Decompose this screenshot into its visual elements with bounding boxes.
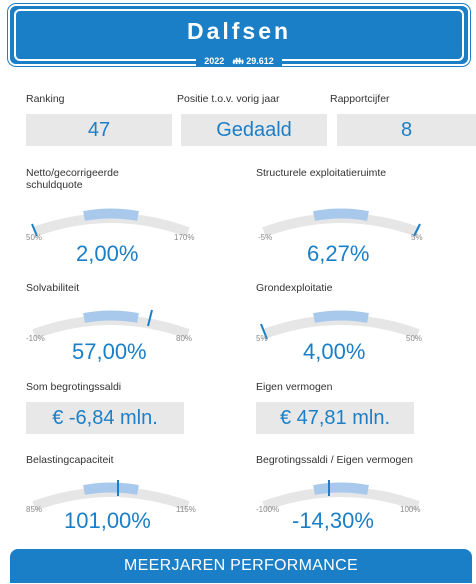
position-label: Positie t.o.v. vorig jaar xyxy=(177,93,280,105)
gauge-value: 2,00% xyxy=(76,241,139,266)
report-label: Rapportcijfer xyxy=(330,93,390,105)
gauge-title: Solvabiliteit xyxy=(26,282,80,294)
gauge-max: 5% xyxy=(411,233,423,242)
gauge-value: 57,00% xyxy=(72,339,147,364)
gauge-min: -5% xyxy=(258,233,273,242)
meerjaren-performance-button[interactable]: MEERJAREN PERFORMANCE xyxy=(10,549,472,583)
year-label: 2022 xyxy=(204,56,225,66)
municipality-header: Dalfsen 2022 👪︎ 29.612 xyxy=(8,4,470,67)
ev-value: € 47,81 mln. xyxy=(256,402,414,434)
gauge-title: Belastingcapaciteit xyxy=(26,454,114,466)
gauge-title: Grondexploitatie xyxy=(256,282,333,294)
gauge-value: 4,00% xyxy=(303,339,366,364)
gauge-max: 100% xyxy=(400,505,421,514)
population-group: 👪︎ 29.612 xyxy=(232,55,273,67)
gauge-value: 6,27% xyxy=(307,241,370,266)
ranking-label: Ranking xyxy=(26,93,65,105)
gauge-max: 115% xyxy=(176,505,196,514)
gauge-arc xyxy=(260,310,420,340)
gauge-min: -100% xyxy=(256,505,280,514)
ranking-value: 47 xyxy=(26,114,172,146)
population-value: 29.612 xyxy=(246,56,274,66)
gauge-title: Begrotingssaldi / Eigen vermogen xyxy=(256,454,414,466)
header-subtitle: 2022 👪︎ 29.612 xyxy=(10,55,468,67)
gauge-title: Netto/gecorrigeerde schuldquote xyxy=(26,167,119,191)
gauge-arc xyxy=(32,309,190,339)
som-value: € -6,84 mln. xyxy=(26,402,184,434)
gauge-max: 170% xyxy=(174,233,195,242)
page-title: Dalfsen xyxy=(186,18,292,44)
gauge-value: -14,30% xyxy=(292,508,374,533)
gauge-max: 80% xyxy=(176,334,193,343)
report-value: 8 xyxy=(337,114,476,146)
gauge-min: -10% xyxy=(26,334,45,343)
gauge-max: 50% xyxy=(406,334,423,343)
gauge-min: 5% xyxy=(256,334,268,343)
people-icon: 👪︎ xyxy=(232,56,244,66)
gauge-arc xyxy=(262,208,421,237)
gauge-min: 50% xyxy=(26,233,43,242)
gauge-value: 101,00% xyxy=(64,508,151,533)
position-value: Gedaald xyxy=(181,114,327,146)
gauge-min: 85% xyxy=(26,505,43,514)
ev-label: Eigen vermogen xyxy=(256,381,333,393)
gauge-arc xyxy=(31,208,190,237)
gauge-title: Structurele exploitatieruimte xyxy=(256,167,387,179)
som-label: Som begrotingssaldi xyxy=(26,381,122,393)
